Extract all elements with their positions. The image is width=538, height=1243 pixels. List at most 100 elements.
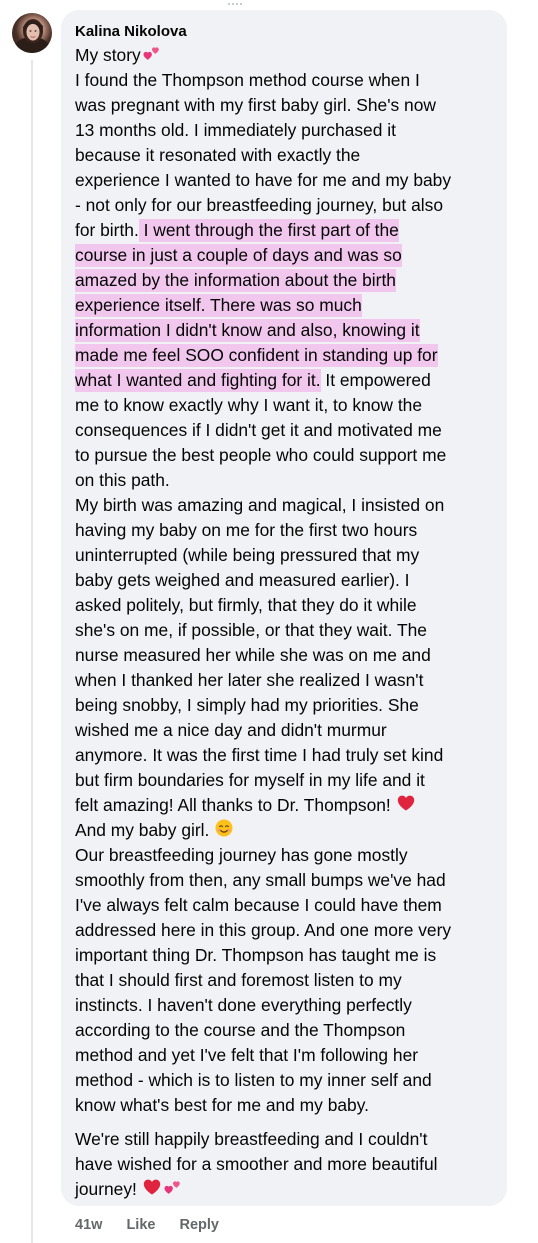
comment-line: addressed here in this group. And one mo…	[75, 918, 500, 943]
comment-line: having my baby on me for the first two h…	[75, 518, 500, 543]
comment-line: me to know exactly why I want it, to kno…	[75, 393, 500, 418]
comment-text: method and yet I've felt that I'm follow…	[75, 1045, 419, 1065]
comment-text: We're still happily breastfeeding and I …	[75, 1129, 428, 1149]
comment-line: I found the Thompson method course when …	[75, 68, 500, 93]
red-heart-icon	[396, 793, 416, 820]
comment-text: that I should first and foremost listen …	[75, 970, 402, 990]
comment-line: experience itself. There was so much	[75, 293, 500, 318]
comment-line: she's on me, if possible, or that they w…	[75, 618, 500, 643]
comment-line: on this path.	[75, 468, 500, 493]
comment-line: for birth. I went through the first part…	[75, 218, 500, 243]
thread-connector	[228, 0, 242, 5]
comment-line: My story	[75, 43, 500, 68]
comment-text: to pursue the best people who could supp…	[75, 445, 447, 465]
comment-text: wished me a nice day and didn't murmur	[75, 720, 387, 740]
comment-text: she's on me, if possible, or that they w…	[75, 620, 427, 640]
comment-line: that I should first and foremost listen …	[75, 968, 500, 993]
comment-timestamp[interactable]: 41w	[75, 1215, 102, 1235]
highlighted-text: experience itself. There was so much	[75, 294, 362, 317]
comment-text: I've always felt calm because I could ha…	[75, 895, 442, 915]
comment-text: have wished for a smoother and more beau…	[75, 1154, 438, 1174]
comment-text: baby gets weighed and measured earlier).…	[75, 570, 410, 590]
comment-text: being snobby, I simply had my priorities…	[75, 695, 419, 715]
comment-line: felt amazing! All thanks to Dr. Thompson…	[75, 793, 500, 818]
comment-author[interactable]: Kalina Nikolova	[75, 22, 187, 42]
reply-button[interactable]: Reply	[180, 1215, 220, 1235]
comment-text: for birth.	[75, 220, 139, 240]
comment-line: consequences if I didn't get it and moti…	[75, 418, 500, 443]
comment-text: experience I wanted to have for me and m…	[75, 170, 452, 190]
comment-line: course in just a couple of days and was …	[75, 243, 500, 268]
comment-text: journey!	[75, 1179, 142, 1199]
comment-line: I've always felt calm because I could ha…	[75, 893, 500, 918]
comment-line: method and yet I've felt that I'm follow…	[75, 1043, 500, 1068]
comment-line: baby gets weighed and measured earlier).…	[75, 568, 500, 593]
comment-line: because it resonated with exactly the	[75, 143, 500, 168]
comment-text: It empowered	[320, 370, 431, 390]
comment-text: nurse measured her while she was on me a…	[75, 645, 431, 665]
comment-text: smoothly from then, any small bumps we'v…	[75, 870, 446, 890]
highlighted-text: amazed by the information about the birt…	[75, 269, 396, 292]
red-heart-icon	[142, 1177, 162, 1204]
comment-line: amazed by the information about the birt…	[75, 268, 500, 293]
comment-line: made me feel SOO confident in standing u…	[75, 343, 500, 368]
comment-body: My story I found the Thompson method cour…	[75, 43, 500, 1202]
comment-line: And my baby girl.	[75, 818, 500, 843]
comment-line: when I thanked her later she realized I …	[75, 668, 500, 693]
comment-text: My birth was amazing and magical, I insi…	[75, 495, 445, 515]
comment-line: to pursue the best people who could supp…	[75, 443, 500, 468]
highlighted-text: information I didn't know and also, know…	[75, 319, 420, 342]
comment-text: My story	[75, 45, 141, 65]
highlighted-text: I went through the first part of the	[138, 219, 399, 242]
comment-line: being snobby, I simply had my priorities…	[75, 693, 500, 718]
comment-text: according to the course and the Thompson	[75, 1020, 406, 1040]
comment-line: wished me a nice day and didn't murmur	[75, 718, 500, 743]
comment-text: because it resonated with exactly the	[75, 145, 361, 165]
comment-text: anymore. It was the first time I had tru…	[75, 745, 444, 765]
comment-line: uninterrupted (while being pressured tha…	[75, 543, 500, 568]
comment-line: information I didn't know and also, know…	[75, 318, 500, 343]
comment-line: anymore. It was the first time I had tru…	[75, 743, 500, 768]
comment-line: nurse measured her while she was on me a…	[75, 643, 500, 668]
comment-text: asked politely, but firmly, that they do…	[75, 595, 417, 615]
comment-text: 13 months old. I immediately purchased i…	[75, 120, 396, 140]
comment-line: was pregnant with my first baby girl. Sh…	[75, 93, 500, 118]
comment-line: - not only for our breastfeeding journey…	[75, 193, 500, 218]
avatar[interactable]	[12, 13, 52, 53]
highlighted-text: what I wanted and fighting for it.	[75, 369, 321, 392]
highlighted-text: course in just a couple of days and was …	[75, 244, 402, 267]
comment-text: uninterrupted (while being pressured tha…	[75, 545, 420, 565]
two-hearts-icon	[141, 43, 161, 70]
comment-text: having my baby on me for the first two h…	[75, 520, 418, 540]
avatar-portrait	[15, 19, 49, 53]
comment-text: method - which is to listen to my inner …	[75, 1070, 432, 1090]
like-button[interactable]: Like	[126, 1215, 155, 1235]
comment-line: My birth was amazing and magical, I insi…	[75, 493, 500, 518]
two-hearts-icon	[162, 1177, 182, 1204]
comment-line: but firm boundaries for myself in my lif…	[75, 768, 500, 793]
comment-line: instincts. I haven't done everything per…	[75, 993, 500, 1018]
comment-line: experience I wanted to have for me and m…	[75, 168, 500, 193]
comment-text: felt amazing! All thanks to Dr. Thompson…	[75, 795, 396, 815]
comment-line: what I wanted and fighting for it. It em…	[75, 368, 500, 393]
comment-text: but firm boundaries for myself in my lif…	[75, 770, 425, 790]
thread-line	[31, 60, 33, 1243]
comment-text: on this path.	[75, 470, 170, 490]
comment-text: consequences if I didn't get it and moti…	[75, 420, 442, 440]
comment-line: We're still happily breastfeeding and I …	[75, 1127, 500, 1152]
comment-text: when I thanked her later she realized I …	[75, 670, 424, 690]
comment-line: asked politely, but firmly, that they do…	[75, 593, 500, 618]
comment-line: journey!	[75, 1177, 500, 1202]
comment-line: according to the course and the Thompson	[75, 1018, 500, 1043]
comment-text: - not only for our breastfeeding journey…	[75, 195, 443, 215]
comment-line: know what's best for me and my baby.	[75, 1093, 500, 1118]
comment-actions: 41w Like Reply	[75, 1215, 219, 1235]
smiling-face-icon	[214, 818, 234, 845]
comment-line: 13 months old. I immediately purchased i…	[75, 118, 500, 143]
comment-line: smoothly from then, any small bumps we'v…	[75, 868, 500, 893]
comment-text: addressed here in this group. And one mo…	[75, 920, 452, 940]
comment-line: Our breastfeeding journey has gone mostl…	[75, 843, 500, 868]
comment-line: have wished for a smoother and more beau…	[75, 1152, 500, 1177]
highlighted-text: made me feel SOO confident in standing u…	[75, 344, 438, 367]
